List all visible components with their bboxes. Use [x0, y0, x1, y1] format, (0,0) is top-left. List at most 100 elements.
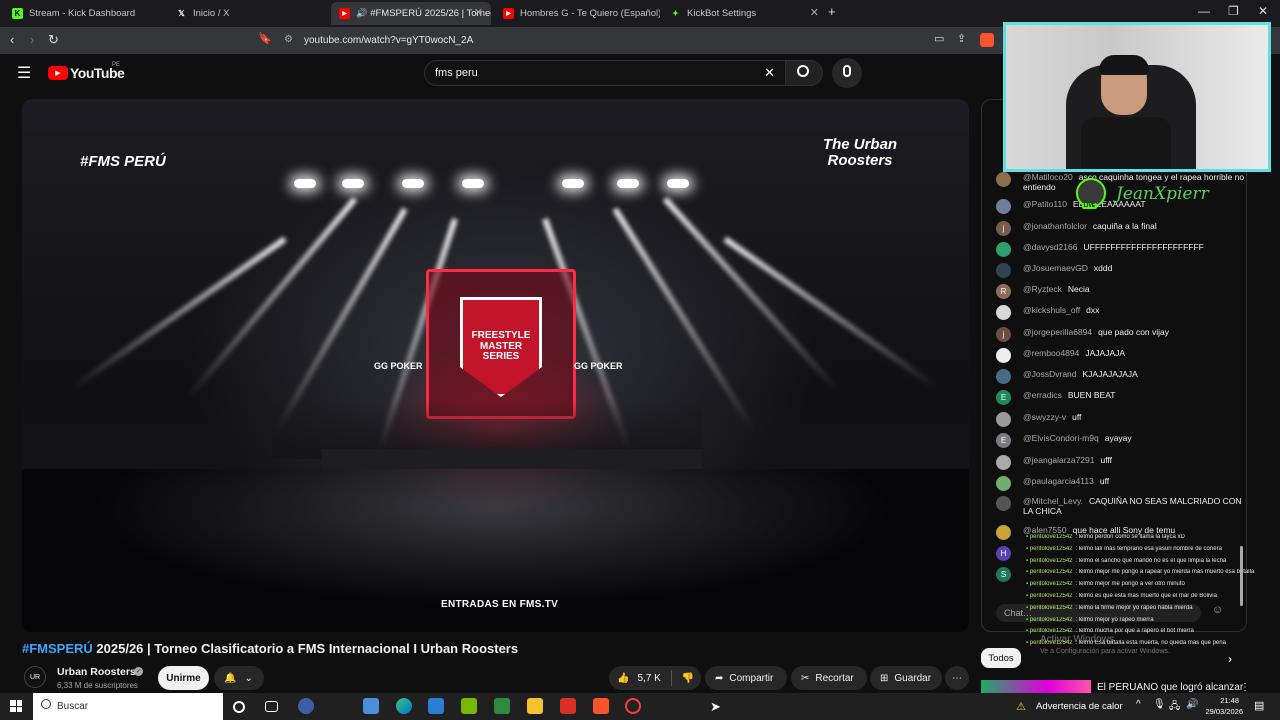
chat-avatar[interactable]: E — [996, 433, 1011, 448]
close-tab-icon[interactable]: ✕ — [810, 6, 819, 19]
chat-avatar[interactable]: E — [996, 390, 1011, 405]
app-icon[interactable] — [560, 698, 576, 714]
chat-avatar[interactable] — [996, 263, 1011, 278]
chat-username[interactable]: @remboo4894 — [1023, 348, 1079, 358]
cortana-icon[interactable] — [233, 701, 245, 713]
cast-icon[interactable]: ▭ — [934, 32, 944, 45]
filter-chip-all[interactable]: Todos — [981, 648, 1021, 668]
store-icon[interactable] — [363, 698, 379, 714]
search-input[interactable]: fms peru ✕ — [424, 60, 786, 86]
edge-icon[interactable] — [396, 698, 412, 714]
chat-avatar[interactable]: j — [996, 327, 1011, 342]
share-button[interactable]: ➦ Compartir — [705, 666, 787, 690]
video-title-hashtag[interactable]: #FMSPERÚ — [22, 641, 93, 656]
suggested-video-title[interactable]: El PERUANO que logró alcanzar — [1097, 682, 1243, 693]
chat-avatar[interactable] — [996, 172, 1011, 187]
youtube-logo-icon[interactable]: ▶ — [48, 66, 68, 80]
tray-overflow-icon[interactable]: ^ — [1136, 699, 1141, 710]
tab-kickbot-settings[interactable]: ✦ KickBot Settings ✕ — [662, 2, 827, 25]
notifications-button[interactable]: 🔔 ⌄ — [214, 666, 264, 690]
menu-icon[interactable]: ☰ — [17, 63, 31, 83]
chat-avatar[interactable] — [996, 476, 1011, 491]
chat-avatar[interactable] — [996, 496, 1011, 511]
clear-search-icon[interactable]: ✕ — [764, 65, 775, 81]
url-field[interactable]: ⚙ youtube.com/watch?v=gYT0wocN_2A — [278, 31, 978, 50]
microphone-tray-icon[interactable]: 🎙 — [1153, 699, 1166, 710]
chat-username[interactable]: @jonathanfolclor — [1023, 221, 1087, 231]
chat-username[interactable]: @Patito110 — [1023, 199, 1067, 209]
chat-avatar[interactable]: H — [996, 546, 1011, 561]
chat-username[interactable]: @jorgeperilla6894 — [1023, 327, 1092, 337]
more-options-icon[interactable]: ⋮ — [1240, 682, 1250, 693]
like-count[interactable]: 5,7 K — [637, 673, 660, 684]
reload-icon[interactable]: ↻ — [48, 32, 59, 48]
brave-icon[interactable] — [593, 698, 609, 714]
channel-avatar[interactable]: UR — [24, 666, 46, 688]
chat-avatar[interactable] — [996, 348, 1011, 363]
channel-name[interactable]: Urban Roosters — [57, 666, 136, 678]
search-button[interactable] — [785, 60, 823, 86]
chat-username[interactable]: @swyzzy-v — [1023, 412, 1066, 422]
chat-username[interactable]: @Matiloco20 — [1023, 172, 1073, 182]
site-info-icon[interactable]: ⚙ — [284, 34, 293, 45]
join-button[interactable]: Unirme — [158, 666, 209, 690]
task-view-icon[interactable] — [265, 701, 278, 712]
chat-avatar[interactable]: R — [996, 284, 1011, 299]
tab-x-home[interactable]: 𝕏 Inicio / X — [168, 2, 328, 25]
chat-username[interactable]: @jeangalarza7291 — [1023, 455, 1095, 465]
chat-username[interactable]: @Ryzteck — [1023, 284, 1062, 294]
brave-shield-icon[interactable] — [980, 33, 994, 47]
chat-username[interactable]: @paulagarcia4113 — [1023, 476, 1094, 486]
more-actions-button[interactable]: ⋯ — [945, 666, 969, 690]
clip-button[interactable]: ✂ Recortar — [791, 666, 867, 690]
notifications-icon[interactable]: ▤ — [1254, 699, 1264, 712]
chat-avatar[interactable]: S — [996, 567, 1011, 582]
voice-search-button[interactable] — [832, 58, 862, 88]
chat-avatar[interactable] — [996, 412, 1011, 427]
chat-avatar[interactable] — [996, 369, 1011, 384]
chat-username[interactable]: @JosuemaevGD — [1023, 263, 1088, 273]
file-explorer-icon[interactable] — [527, 698, 543, 714]
taskbar-search-input[interactable]: Buscar — [33, 693, 223, 720]
close-window-icon[interactable]: ✕ — [1258, 4, 1268, 18]
chat-username[interactable]: @ElvisCondori-m9q — [1023, 433, 1099, 443]
chat-avatar[interactable]: j — [996, 221, 1011, 236]
tab-kick-dashboard[interactable]: K Stream - Kick Dashboard — [4, 2, 164, 25]
clock-time[interactable]: 21:48 — [1199, 696, 1239, 705]
app-icon[interactable] — [298, 698, 314, 714]
chat-avatar[interactable] — [996, 199, 1011, 214]
chip-scroll-right-icon[interactable]: › — [1228, 652, 1232, 666]
bookmark-icon[interactable]: 🔖 — [258, 32, 272, 45]
chat-avatar[interactable] — [996, 305, 1011, 320]
minimize-icon[interactable]: — — [1198, 4, 1210, 18]
nvidia-icon[interactable] — [461, 698, 477, 714]
mail-icon[interactable] — [428, 698, 444, 714]
chat-avatar[interactable] — [996, 525, 1011, 540]
tab-youtube-fms[interactable]: ▶ 🔊 #FMSPERÚ 2025/26 | Torneo ✕ — [331, 2, 491, 25]
chat-username[interactable]: @JossDvrand — [1023, 369, 1077, 379]
close-tab-icon[interactable]: ✕ — [474, 6, 483, 19]
minecraft-icon[interactable] — [494, 698, 510, 714]
video-player[interactable]: FREESTYLE MASTER SERIES GG POKER GG POKE… — [22, 99, 969, 632]
windows-start-icon[interactable] — [10, 700, 22, 712]
chat-username[interactable]: @Mitchel_Levy. — [1023, 496, 1083, 506]
maximize-icon[interactable]: ❐ — [1228, 4, 1239, 18]
chat-username[interactable]: @erradics — [1023, 390, 1062, 400]
back-icon[interactable]: ‹ — [10, 32, 14, 47]
tab-youtube-hombres-g[interactable]: ▶ Hombres G - Te Quiero (Español) - Yo — [495, 2, 660, 25]
kick-chat-scrollbar[interactable] — [1240, 546, 1243, 606]
network-icon[interactable]: 🖧 — [1169, 699, 1180, 716]
chat-avatar[interactable] — [996, 242, 1011, 257]
suggested-video-thumbnail[interactable] — [981, 680, 1091, 694]
volume-icon[interactable]: 🔊 — [1186, 699, 1198, 710]
obs-icon[interactable] — [625, 698, 641, 714]
share-page-icon[interactable]: ⇪ — [957, 32, 966, 45]
chat-username[interactable]: @kickshuls_off — [1023, 305, 1080, 315]
new-tab-button[interactable]: + — [828, 4, 836, 19]
dislike-icon[interactable]: 👎 — [682, 673, 694, 684]
save-button[interactable]: ⊞ Guardar — [870, 666, 942, 690]
clock-date[interactable]: 29/03/2026 — [1199, 707, 1243, 716]
like-icon[interactable]: 👍 — [617, 673, 629, 684]
weather-status[interactable]: Advertencia de calor — [1036, 701, 1123, 712]
forward-icon[interactable]: › — [30, 32, 34, 47]
